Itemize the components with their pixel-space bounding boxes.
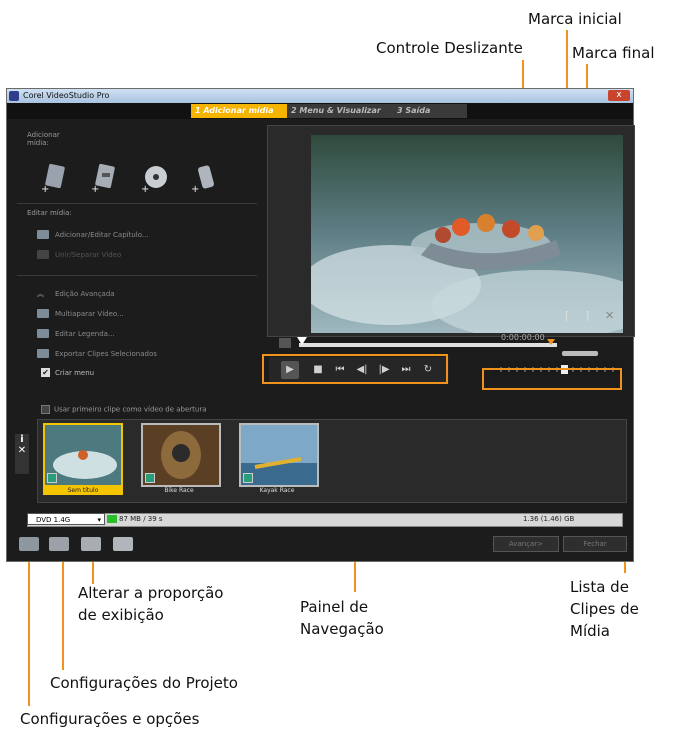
callout-alterar-proporcao-line1: Alterar a proporção [78, 584, 224, 602]
add-device-icon[interactable]: + [191, 163, 217, 195]
fechar-button[interactable]: Fechar [563, 536, 627, 552]
callout-config-opcoes: Configurações e opções [20, 710, 200, 728]
window-close-button[interactable]: x [608, 90, 630, 101]
disc-type-select[interactable]: DVD 1.4G ▾ [27, 513, 105, 525]
svg-text:+: + [91, 184, 99, 193]
svg-text:+: + [141, 184, 149, 193]
clip-strip-side-bar: i ✕ [15, 434, 29, 474]
volume-control[interactable] [562, 351, 598, 356]
usar-primeiro-label: Usar primeiro clipe como vídeo de abertu… [54, 405, 207, 414]
adicionar-line1: Adicionar [27, 131, 60, 139]
add-dv-icon[interactable]: + [91, 163, 117, 195]
timecode: 0:00:00:00 [501, 333, 545, 342]
callout-alterar-proporcao: Alterar a proporção de exibição [78, 582, 223, 626]
criar-menu-checkbox[interactable]: ✔ [41, 368, 50, 377]
chevron-down-icon: ▾ [97, 516, 101, 524]
avancar-button[interactable]: Avançar> [493, 536, 559, 552]
callout-painel-line2: Navegação [300, 620, 384, 638]
usar-primeiro-checkbox[interactable] [41, 405, 50, 414]
callout-config-projeto: Configurações do Projeto [50, 674, 238, 692]
edicao-avancada[interactable]: Edição Avançada [55, 290, 115, 298]
exportar-clipes[interactable]: Exportar Clipes Selecionados [55, 350, 157, 358]
callout-lista-line3: Mídia [570, 622, 610, 640]
info-icon[interactable]: i [15, 434, 29, 445]
tab-saida[interactable]: 3 Saída [393, 104, 467, 118]
app-window: Corel VideoStudio Pro x 1 Adicionar mídi… [6, 88, 635, 562]
callout-lista-line1: Lista de [570, 578, 629, 596]
used-space-fill [107, 515, 117, 523]
window-title: Corel VideoStudio Pro [23, 91, 110, 100]
tab-menu-visualizar[interactable]: 2 Menu & Visualizar [287, 104, 395, 118]
aspect-ratio-icon[interactable] [81, 537, 101, 551]
clip-label: Kayak Race [259, 487, 295, 494]
clear-marks-button[interactable]: ✕ [605, 309, 614, 322]
chapter-icon [37, 230, 49, 239]
highlight-scrubber [482, 368, 622, 390]
adicionar-line2: mídia: [27, 139, 49, 147]
print-label-icon[interactable] [113, 537, 133, 551]
clip-check-icon[interactable] [243, 473, 253, 483]
title-bar: Corel VideoStudio Pro x [7, 89, 633, 103]
unir-separar-video[interactable]: Unir/Separar Vídeo [55, 251, 121, 259]
editar-midia-heading: Editar mídia: [27, 209, 72, 217]
adicionar-midia-heading: Adicionar mídia: [27, 131, 60, 147]
join-split-icon [37, 250, 49, 259]
highlight-nav-panel [262, 354, 448, 384]
step-tabs: 1 Adicionar mídia 2 Menu & Visualizar 3 … [7, 103, 633, 119]
line-projeto [62, 560, 64, 670]
chevron-up-icon: ︽ [37, 290, 44, 298]
callout-lista-line2: Clipes de [570, 600, 639, 618]
callout-alterar-proporcao-line2: de exibição [78, 606, 164, 624]
clip-check-icon[interactable] [145, 473, 155, 483]
subtitle-icon [37, 329, 49, 338]
mark-in-button[interactable]: [ [565, 309, 569, 322]
svg-text:+: + [41, 184, 49, 193]
left-panel: Adicionar mídia: + + + + Editar mídia: A… [7, 119, 262, 409]
callout-marca-inicial: Marca inicial [528, 10, 622, 28]
slider-handle[interactable] [297, 337, 307, 345]
disc-capacity-text: 1.36 (1.46) GB [523, 515, 575, 523]
slider-end-marker [547, 339, 555, 345]
add-video-icon[interactable]: + [41, 163, 67, 195]
callout-controle-deslizante: Controle Deslizante [376, 39, 523, 57]
settings-options-icon[interactable] [19, 537, 39, 551]
clip-label: Bike Race [164, 487, 194, 494]
multiaparar-video[interactable]: Multiaparar Vídeo... [55, 310, 124, 318]
media-clip-list [37, 419, 627, 503]
callout-lista-clipes: Lista de Clipes de Mídia [570, 576, 639, 642]
multitrim-icon [37, 309, 49, 318]
callout-marca-final: Marca final [572, 44, 655, 62]
divider [17, 275, 257, 276]
mark-out-button[interactable]: ] [585, 309, 589, 322]
aspect-icon[interactable] [279, 338, 291, 348]
export-clips-icon [37, 349, 49, 358]
app-logo-icon [9, 91, 19, 101]
tab-adicionar-midia[interactable]: 1 Adicionar mídia [191, 104, 289, 118]
callout-painel-navegacao: Painel de Navegação [300, 596, 384, 640]
line-opcoes [28, 560, 30, 706]
used-space-text: 87 MB / 39 s [119, 515, 163, 523]
clip-label: Sem título [67, 487, 99, 494]
remove-clip-icon[interactable]: ✕ [15, 445, 29, 456]
callout-painel-line1: Painel de [300, 598, 369, 616]
divider [17, 203, 257, 204]
position-slider[interactable] [299, 343, 557, 347]
clip-check-icon[interactable] [47, 473, 57, 483]
criar-menu-label: Criar menu [55, 369, 95, 377]
usar-primeiro-clipe-option[interactable]: Usar primeiro clipe como vídeo de abertu… [41, 405, 207, 414]
disc-type-value: DVD 1.4G [36, 516, 71, 524]
editar-legenda[interactable]: Editar Legenda... [55, 330, 115, 338]
svg-text:+: + [191, 184, 199, 193]
add-disc-icon[interactable]: + [141, 163, 167, 195]
line-proporcao [92, 560, 94, 584]
adicionar-editar-capitulo[interactable]: Adicionar/Editar Capítulo... [55, 231, 149, 239]
video-preview [311, 135, 623, 333]
project-settings-icon[interactable] [49, 537, 69, 551]
